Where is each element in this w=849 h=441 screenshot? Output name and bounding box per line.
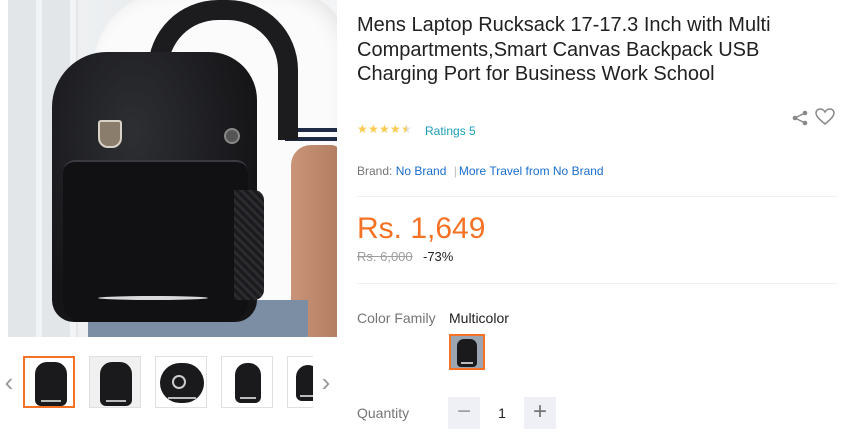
brand-label: Brand: (357, 164, 393, 178)
more-from-brand-link[interactable]: More Travel from No Brand (459, 164, 604, 178)
quantity-increase-button[interactable]: + (524, 397, 556, 429)
ratings-link[interactable]: Ratings 5 (425, 124, 476, 138)
reflective-strip (98, 296, 208, 300)
swatch-bag (457, 339, 477, 367)
original-price: Rs. 6,000 (357, 249, 413, 264)
quantity-label: Quantity (357, 405, 410, 421)
backpack-logo-badge (98, 120, 122, 148)
current-price: Rs. 1,649 (357, 212, 486, 245)
thumbnail-bag (235, 363, 261, 403)
product-title: Mens Laptop Rucksack 17-17.3 Inch with M… (357, 14, 771, 85)
thumbnail-cable (172, 375, 186, 389)
divider (357, 196, 837, 197)
chevron-right-icon[interactable]: › (319, 366, 333, 398)
color-swatch-multicolor[interactable] (449, 334, 485, 370)
color-family-label: Color Family (357, 310, 436, 326)
star-icon: ★ (357, 122, 368, 136)
divider (357, 283, 837, 284)
thumbnail-2[interactable] (89, 356, 141, 408)
star-icon: ★ (379, 122, 390, 136)
half-star-icon: ★ (401, 122, 412, 136)
quantity-decrease-button[interactable]: − (448, 397, 480, 429)
heart-icon[interactable] (815, 108, 835, 126)
thumbnail-bag (100, 362, 132, 406)
star-icon: ★ (368, 122, 379, 136)
share-icon[interactable] (791, 110, 809, 126)
thumbnail-bag (296, 365, 313, 401)
star-icon: ★ (390, 122, 401, 136)
main-product-image[interactable] (8, 0, 337, 337)
thumbnail-bag (35, 362, 67, 406)
thumbnail-5[interactable] (287, 356, 313, 408)
usb-port (224, 128, 240, 144)
rating-stars: ★ ★ ★ ★ ★ (357, 122, 412, 136)
discount-percent: -73% (423, 249, 454, 264)
thumbnail-1[interactable] (23, 356, 75, 408)
quantity-value[interactable]: 1 (490, 405, 514, 421)
thumbnail-4[interactable] (221, 356, 273, 408)
thumbnail-3[interactable] (155, 356, 207, 408)
chevron-left-icon[interactable]: ‹ (2, 366, 16, 398)
color-family-value: Multicolor (449, 310, 509, 326)
side-mesh-pocket (234, 190, 264, 300)
brand-row: Brand: No Brand | More Travel from No Bra… (357, 164, 604, 178)
brand-separator: | (453, 164, 457, 178)
brand-link[interactable]: No Brand (396, 164, 447, 178)
